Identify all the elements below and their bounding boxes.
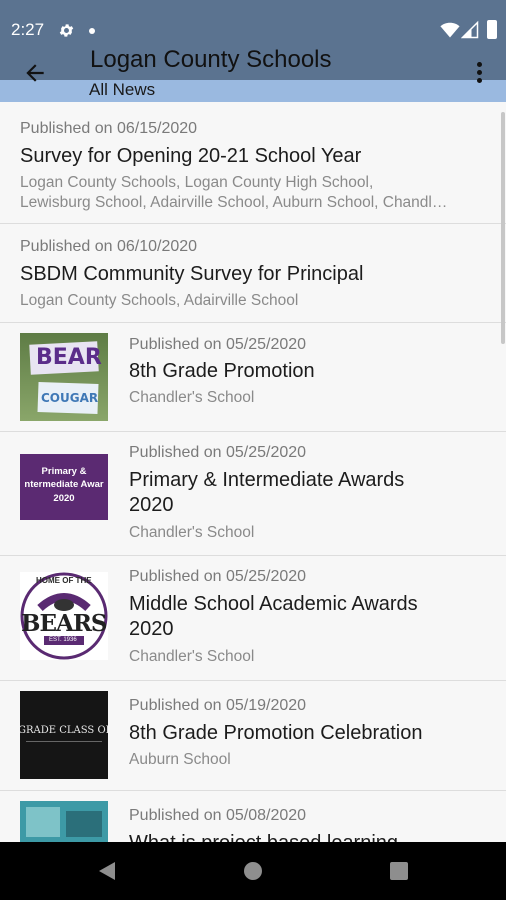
news-title: Survey for Opening 20-21 School Year [20,145,362,167]
news-item[interactable]: HOME OF THE BEARS EST. 1936 Published on… [0,556,506,681]
news-title: Primary & Intermediate Awards [129,469,405,491]
news-thumbnail: Primary & ntermediate Awar 2020 [20,454,108,520]
back-arrow-icon[interactable] [20,60,50,86]
news-date: Published on 05/25/2020 [129,444,307,461]
app-bar-subtitle-strip [0,80,506,102]
nav-back-icon[interactable] [98,861,116,881]
news-thumbnail: BEAR COUGAR [20,333,108,421]
page-title: Logan County Schools [90,46,332,73]
news-schools: Chandler's School [129,648,255,665]
news-item[interactable]: BEAR COUGAR Published on 05/25/2020 8th … [0,323,506,432]
status-time: 2:27 [11,20,45,39]
nav-recents-icon[interactable] [390,862,408,880]
thumbnail-text: HOME OF THE [36,576,92,585]
news-schools: Lewisburg School, Adairville School, Aub… [20,194,448,211]
news-item[interactable]: Published on 06/10/2020 SBDM Community S… [0,224,506,323]
thumbnail-text: GRADE CLASS OF [20,725,108,736]
news-date: Published on 05/19/2020 [129,697,307,714]
news-title: 2020 [129,618,174,640]
thumbnail-text: 2020 [53,493,75,504]
news-title: 2020 [129,494,174,516]
thumbnail-text: COUGAR [41,391,99,405]
news-date: Published on 06/10/2020 [20,238,198,255]
page-subtitle: All News [89,80,156,99]
news-title: What is project based learning [129,831,398,842]
news-schools: Chandler's School [129,524,255,541]
news-schools: Auburn School [129,751,231,768]
news-schools: Logan County Schools, Adairville School [20,292,299,309]
nav-home-icon[interactable] [244,862,262,880]
news-thumbnail [20,801,108,842]
news-item[interactable]: Primary & ntermediate Awar 2020 Publishe… [0,432,506,556]
wifi-icon [440,22,460,38]
news-title: 8th Grade Promotion [129,360,315,382]
notification-dot [89,28,95,34]
news-date: Published on 05/25/2020 [129,336,307,353]
settings-icon [59,24,74,37]
news-list[interactable]: Published on 06/15/2020 Survey for Openi… [0,102,506,842]
news-schools: Chandler's School [129,389,255,406]
news-thumbnail: HOME OF THE BEARS EST. 1936 [20,572,108,660]
news-item[interactable]: Published on 05/08/2020 What is project … [0,791,506,842]
thumbnail-text: BEAR [36,345,102,370]
news-schools: Logan County Schools, Logan County High … [20,174,374,191]
battery-icon [487,20,497,39]
news-date: Published on 06/15/2020 [20,120,198,137]
scrollbar[interactable] [501,112,505,344]
signal-icon [461,20,479,39]
news-item[interactable]: Published on 06/15/2020 Survey for Openi… [0,102,506,224]
news-date: Published on 05/25/2020 [129,568,307,585]
thumbnail-text: ntermediate Awar [24,479,104,490]
news-title: Middle School Academic Awards [129,593,418,615]
thumbnail-text: BEARS [21,610,108,637]
news-item[interactable]: GRADE CLASS OF Published on 05/19/2020 8… [0,681,506,791]
news-date: Published on 05/08/2020 [129,807,307,824]
more-vert-icon[interactable] [472,60,488,84]
thumbnail-text: Primary & [41,466,87,477]
news-title: 8th Grade Promotion Celebration [129,722,423,744]
news-thumbnail: GRADE CLASS OF [20,691,108,779]
thumbnail-text: EST. 1936 [49,637,77,643]
news-title: SBDM Community Survey for Principal [20,263,364,285]
